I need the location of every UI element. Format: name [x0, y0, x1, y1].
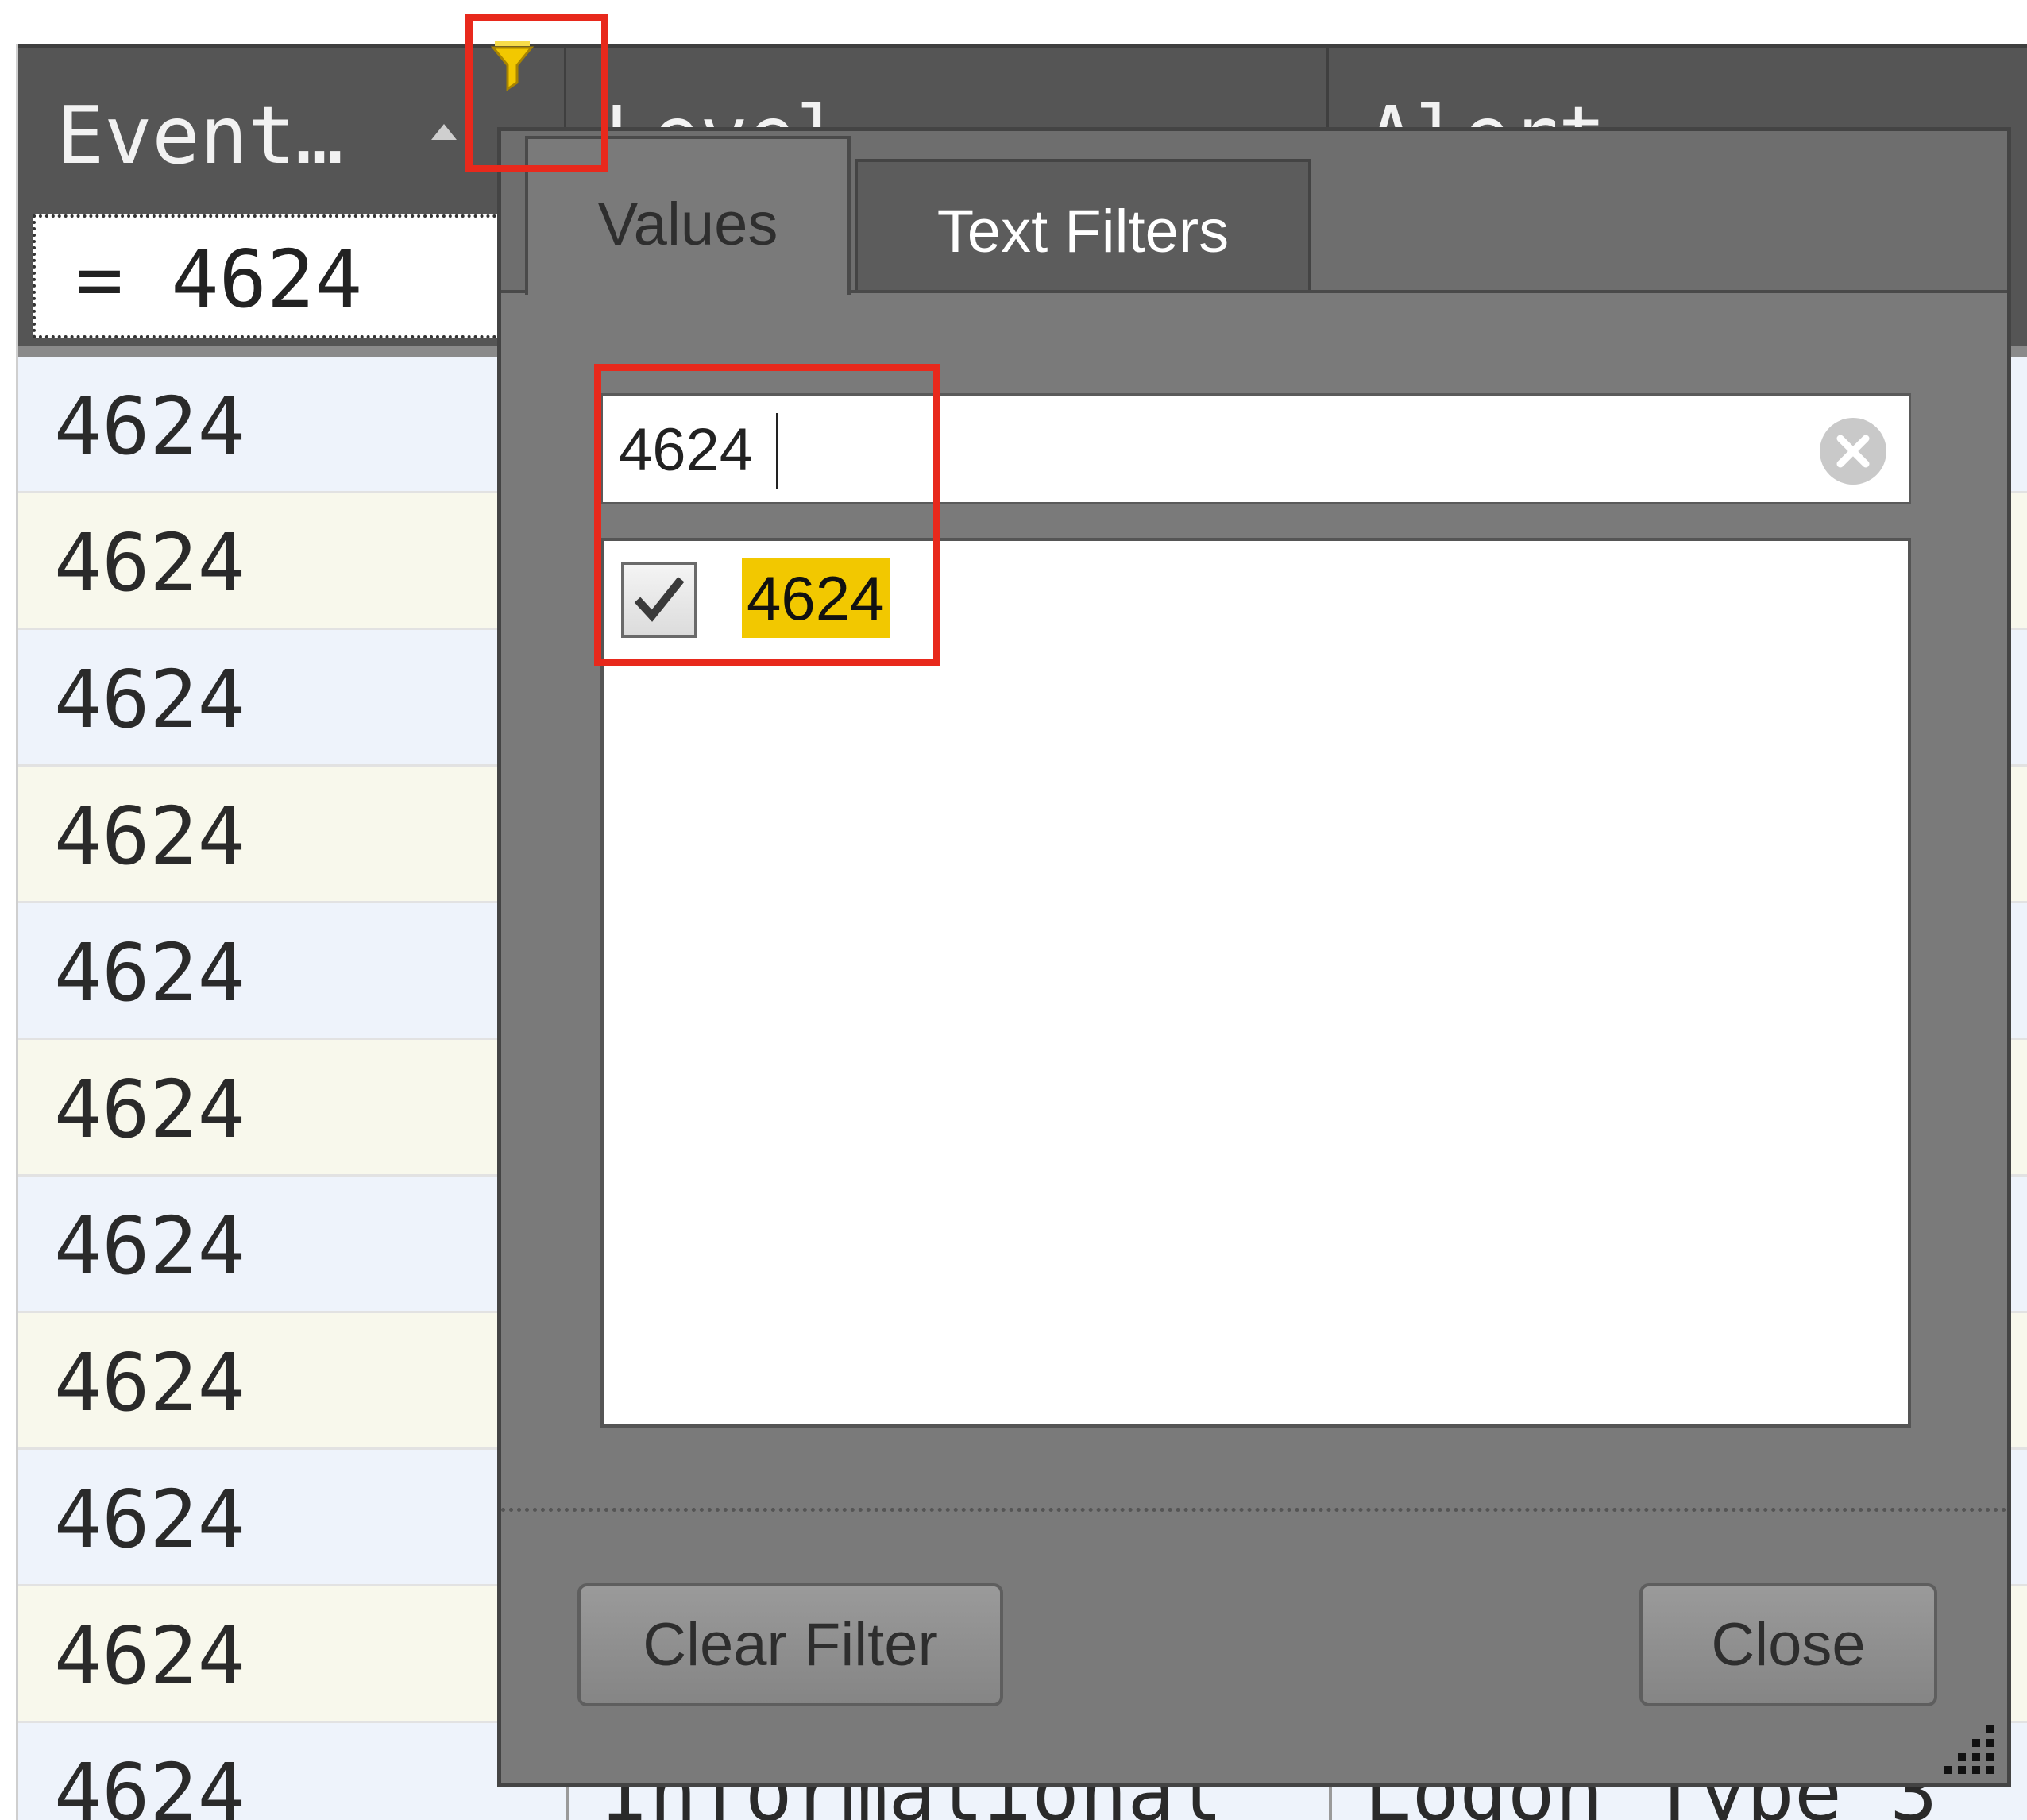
clear-filter-button[interactable]: Clear Filter — [577, 1583, 1003, 1706]
resize-grip-icon[interactable] — [1937, 1714, 2001, 1777]
event-id-cell: 4624 — [54, 1336, 245, 1429]
checkmark-icon — [634, 577, 685, 622]
event-id-cell: 4624 — [54, 380, 245, 473]
event-id-cell: 4624 — [54, 1609, 245, 1702]
value-checkbox[interactable] — [621, 562, 697, 638]
filter-value-list: 4624 — [600, 538, 1911, 1428]
sort-ascending-icon — [431, 124, 457, 140]
event-id-cell: 4624 — [54, 653, 245, 746]
filter-tabstrip: Values Text Filters — [501, 131, 2007, 295]
event-id-cell: 4624 — [54, 1473, 245, 1566]
column-filter-popup: Values Text Filters 4624 Clear Filter Cl… — [497, 127, 2011, 1787]
tab-text-filters[interactable]: Text Filters — [855, 159, 1311, 290]
event-id-cell: 4624 — [54, 1063, 245, 1156]
tab-values[interactable]: Values — [525, 136, 851, 295]
event-id-cell: 4624 — [54, 790, 245, 883]
event-id-cell: 4624 — [54, 926, 245, 1019]
value-search-input[interactable] — [619, 410, 1770, 489]
event-id-cell: 4624 — [54, 1200, 245, 1293]
funnel-icon[interactable] — [488, 33, 536, 97]
event-filter-cell[interactable]: = 4624 — [33, 214, 509, 338]
list-item[interactable]: 4624 — [621, 557, 1098, 644]
value-label: 4624 — [742, 558, 890, 638]
value-search-box — [600, 393, 1911, 504]
close-button[interactable]: Close — [1639, 1583, 1937, 1706]
event-id-cell: 4624 — [54, 516, 245, 609]
text-caret — [776, 413, 778, 489]
column-header-label: Event… — [56, 89, 344, 182]
clear-circle-x-icon[interactable] — [1820, 418, 1886, 485]
column-header-event[interactable]: Event… — [18, 48, 566, 207]
popup-divider — [501, 1508, 2007, 1512]
event-id-cell: 4624 — [54, 1746, 245, 1820]
